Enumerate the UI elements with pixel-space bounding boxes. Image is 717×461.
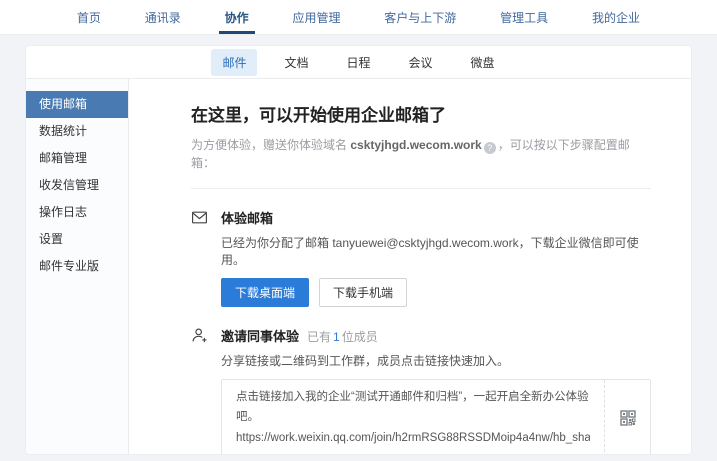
trial-mailbox-content: 体验邮箱 已经为你分配了邮箱 tanyuewei@csktyjhgd.wecom… [221,208,651,307]
tab-docs[interactable]: 文档 [273,49,319,76]
invite-desc: 分享链接或二维码到工作群，成员点击链接快速加入。 [221,352,651,369]
tab-drive[interactable]: 微盘 [460,49,506,76]
share-link-box: 点击链接加入我的企业“测试开通邮件和归档”，一起开启全新办公体验吧。 https… [221,379,651,455]
top-navigation: 首页 通讯录 协作 应用管理 客户与上下游 管理工具 我的企业 [0,0,717,35]
trial-domain: csktyjhgd.wecom.work [350,138,481,152]
info-icon[interactable]: ? [484,142,496,154]
download-desktop-button[interactable]: 下载桌面端 [221,278,309,307]
download-mobile-button[interactable]: 下载手机端 [319,278,407,307]
sidebar: 使用邮箱 数据统计 邮箱管理 收发信管理 操作日志 设置 邮件专业版 [26,79,129,454]
tab-calendar[interactable]: 日程 [335,49,381,76]
member-prefix: 已有 [307,330,331,344]
tab-meeting[interactable]: 会议 [398,49,444,76]
invite-content: 邀请同事体验 已有1位成员 分享链接或二维码到工作群，成员点击链接快速加入。 点… [221,326,651,455]
member-suffix: 位成员 [342,330,378,344]
divider [191,188,651,189]
invite-title: 邀请同事体验 [221,326,299,345]
tab-mail[interactable]: 邮件 [211,49,257,76]
sidebar-item-mail-pro[interactable]: 邮件专业版 [26,253,128,280]
trial-mailbox-title: 体验邮箱 [221,208,273,227]
nav-item-apps[interactable]: 应用管理 [286,3,346,34]
sidebar-item-use-mailbox[interactable]: 使用邮箱 [26,91,128,118]
nav-item-admin-tools[interactable]: 管理工具 [494,3,554,34]
share-url: https://work.weixin.qq.com/join/h2rmRSG8… [236,432,590,444]
trial-mailbox-desc: 已经为你分配了邮箱 tanyuewei@csktyjhgd.wecom.work… [221,234,651,268]
section-invite: 邀请同事体验 已有1位成员 分享链接或二维码到工作群，成员点击链接快速加入。 点… [191,326,651,455]
qr-code-icon[interactable] [604,380,650,455]
member-count: 1 [333,330,340,344]
sidebar-item-mailbox-management[interactable]: 邮箱管理 [26,145,128,172]
sidebar-item-settings[interactable]: 设置 [26,226,128,253]
sidebar-item-operation-log[interactable]: 操作日志 [26,199,128,226]
nav-item-contacts[interactable]: 通讯录 [139,3,187,34]
page-title: 在这里，可以开始使用企业邮箱了 [191,101,651,126]
tab-bar: 邮件 文档 日程 会议 微盘 [26,46,691,79]
person-plus-icon [191,326,209,455]
section-trial-mailbox: 体验邮箱 已经为你分配了邮箱 tanyuewei@csktyjhgd.wecom… [191,208,651,307]
envelope-icon [191,208,209,307]
nav-item-customers[interactable]: 客户与上下游 [378,3,462,34]
share-text-line: 点击链接加入我的企业“测试开通邮件和归档”，一起开启全新办公体验吧。 [236,388,590,427]
nav-item-collaboration[interactable]: 协作 [219,3,255,34]
share-texts: 点击链接加入我的企业“测试开通邮件和归档”，一起开启全新办公体验吧。 https… [222,380,604,455]
nav-item-home[interactable]: 首页 [71,3,107,34]
nav-item-my-company[interactable]: 我的企业 [586,3,646,34]
sidebar-item-statistics[interactable]: 数据统计 [26,118,128,145]
sidebar-item-send-receive-management[interactable]: 收发信管理 [26,172,128,199]
card-body: 使用邮箱 数据统计 邮箱管理 收发信管理 操作日志 设置 邮件专业版 在这里，可… [26,79,691,454]
page-subtitle: 为方便体验，赠送你体验域名 csktyjhgd.wecom.work?，可以按以… [191,136,651,171]
content-card: 邮件 文档 日程 会议 微盘 使用邮箱 数据统计 邮箱管理 收发信管理 操作日志… [25,45,692,455]
member-count-note: 已有1位成员 [307,328,378,345]
subtitle-prefix: 为方便体验，赠送你体验域名 [191,138,350,152]
main-content: 在这里，可以开始使用企业邮箱了 为方便体验，赠送你体验域名 csktyjhgd.… [129,79,691,454]
